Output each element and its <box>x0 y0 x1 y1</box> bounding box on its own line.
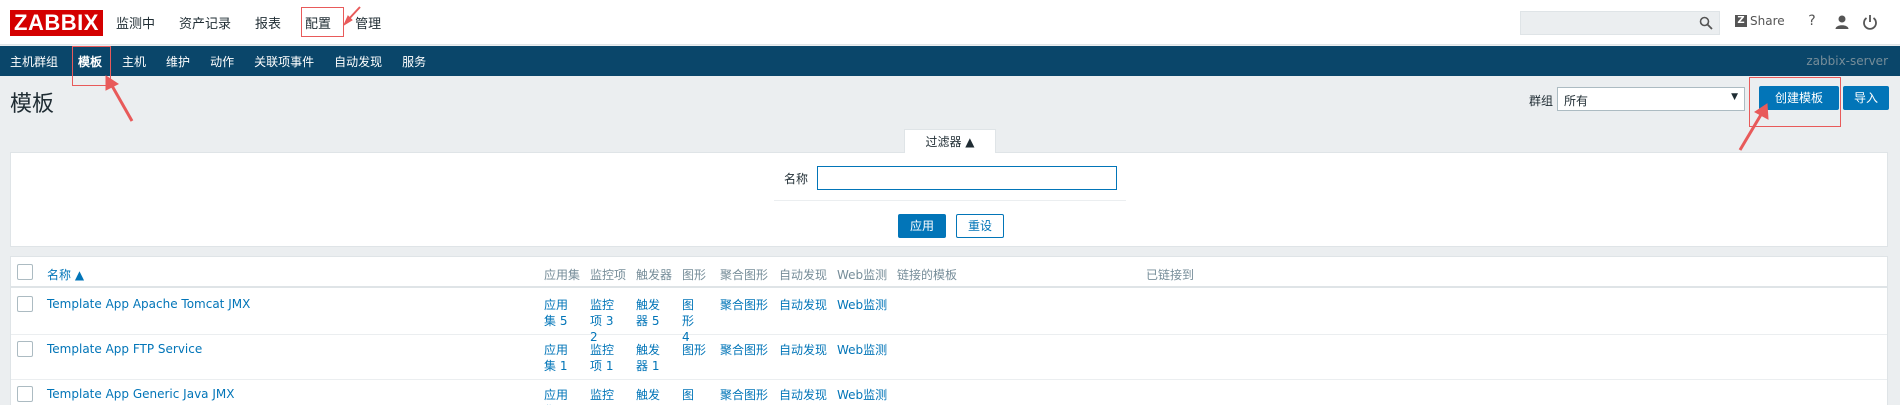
sub-nav: 主机群组 模板 主机 维护 动作 关联项事件 自动发现 服务 zabbix-se… <box>0 46 1900 76</box>
search-icon[interactable] <box>1699 16 1713 30</box>
screens-link[interactable]: 聚合图形 <box>720 297 768 313</box>
top-header: ZABBIX 监测中 资产记录 报表 配置 管理 Z Share ? <box>0 0 1900 45</box>
applications-link[interactable]: 应用集 5 <box>544 297 572 329</box>
screens-link[interactable]: 聚合图形 <box>720 342 768 358</box>
column-screens: 聚合图形 <box>720 268 769 282</box>
column-name[interactable]: 名称 ▲ <box>47 266 84 283</box>
graphs-link[interactable]: 图形 <box>682 342 706 358</box>
items-link[interactable]: 监控项 <box>590 387 618 405</box>
web-link[interactable]: Web监测 <box>837 387 887 403</box>
applications-link[interactable]: 应用集 <box>544 387 572 405</box>
subnav-hosts[interactable]: 主机 <box>122 53 146 70</box>
triggers-link[interactable]: 触发器 <box>636 387 664 405</box>
nav-monitoring[interactable]: 监测中 <box>116 13 155 32</box>
search-input[interactable] <box>1520 11 1720 35</box>
subnav-maintenance[interactable]: 维护 <box>166 53 190 70</box>
subnav-discovery[interactable]: 自动发现 <box>334 53 382 70</box>
chevron-down-icon: ▼ <box>1731 92 1738 102</box>
row-checkbox[interactable] <box>17 296 33 312</box>
web-link[interactable]: Web监测 <box>837 297 887 313</box>
nav-reports[interactable]: 报表 <box>255 13 281 32</box>
subnav-host-groups[interactable]: 主机群组 <box>10 53 58 70</box>
zabbix-share-icon: Z <box>1735 15 1747 27</box>
discovery-link[interactable]: 自动发现 <box>779 387 827 403</box>
discovery-link[interactable]: 自动发现 <box>779 297 827 313</box>
column-applications: 应用集 <box>544 268 581 282</box>
discovery-link[interactable]: 自动发现 <box>779 342 827 358</box>
column-graphs: 图形 <box>682 268 707 282</box>
subnav-services[interactable]: 服务 <box>402 53 426 70</box>
user-profile-icon[interactable] <box>1833 13 1851 31</box>
help-icon[interactable]: ? <box>1803 13 1821 31</box>
column-web: Web监测 <box>837 268 888 282</box>
table-row: Template App Generic Java JMX 应用集 监控项 触发… <box>11 380 1887 405</box>
row-checkbox[interactable] <box>17 341 33 357</box>
items-link[interactable]: 监控项 1 <box>590 342 618 374</box>
table-header: 名称 ▲ 应用集 监控项 触发器 图形 聚合图形 自动发现 Web监测 链接的模… <box>11 257 1887 288</box>
filter-name-label: 名称 <box>784 172 809 186</box>
annotation-box-configuration <box>301 7 344 37</box>
triggers-link[interactable]: 触发器 1 <box>636 342 664 374</box>
share-button[interactable]: Z Share <box>1735 14 1785 28</box>
group-select-value: 所有 <box>1564 94 1589 108</box>
template-name-link[interactable]: Template App FTP Service <box>47 342 202 356</box>
share-label: Share <box>1750 14 1785 28</box>
column-discovery: 自动发现 <box>779 268 828 282</box>
group-select[interactable]: 所有 ▼ <box>1557 87 1745 111</box>
select-all-checkbox[interactable] <box>17 264 33 280</box>
table-row: Template App Apache Tomcat JMX 应用集 5 监控项… <box>11 290 1887 344</box>
nav-administration[interactable]: 管理 <box>355 13 381 32</box>
zabbix-logo[interactable]: ZABBIX <box>10 10 103 36</box>
group-label: 群组 <box>1529 94 1554 108</box>
column-linked-to: 已链接到 <box>1146 268 1195 282</box>
filter-name-input[interactable] <box>817 166 1117 190</box>
reset-button[interactable]: 重设 <box>956 214 1004 238</box>
sign-out-icon[interactable] <box>1861 13 1879 31</box>
annotation-box-templates <box>72 46 111 86</box>
screens-link[interactable]: 聚合图形 <box>720 387 768 403</box>
nav-inventory[interactable]: 资产记录 <box>179 13 231 32</box>
applications-link[interactable]: 应用集 1 <box>544 342 572 374</box>
apply-button[interactable]: 应用 <box>898 214 946 238</box>
server-name: zabbix-server <box>1806 54 1888 68</box>
triggers-link[interactable]: 触发器 5 <box>636 297 664 329</box>
column-linked-templates: 链接的模板 <box>897 268 958 282</box>
filter-tab[interactable]: 过滤器 ▲ <box>904 129 996 153</box>
main-nav: 监测中 资产记录 报表 配置 管理 <box>116 0 405 45</box>
column-triggers: 触发器 <box>636 268 673 282</box>
graphs-link[interactable]: 图 <box>682 387 700 403</box>
filter-divider <box>774 200 1126 201</box>
templates-table: 名称 ▲ 应用集 监控项 触发器 图形 聚合图形 自动发现 Web监测 链接的模… <box>10 256 1888 405</box>
subnav-actions[interactable]: 动作 <box>210 53 234 70</box>
row-checkbox[interactable] <box>17 386 33 402</box>
subnav-event-correlation[interactable]: 关联项事件 <box>254 53 314 70</box>
table-row: Template App FTP Service 应用集 1 监控项 1 触发器… <box>11 335 1887 380</box>
template-name-link[interactable]: Template App Apache Tomcat JMX <box>47 297 250 311</box>
template-name-link[interactable]: Template App Generic Java JMX <box>47 387 234 401</box>
annotation-box-create-template <box>1749 77 1841 127</box>
import-button[interactable]: 导入 <box>1843 86 1889 110</box>
column-items: 监控项 <box>590 268 627 282</box>
web-link[interactable]: Web监测 <box>837 342 887 358</box>
page-title: 模板 <box>10 92 55 117</box>
